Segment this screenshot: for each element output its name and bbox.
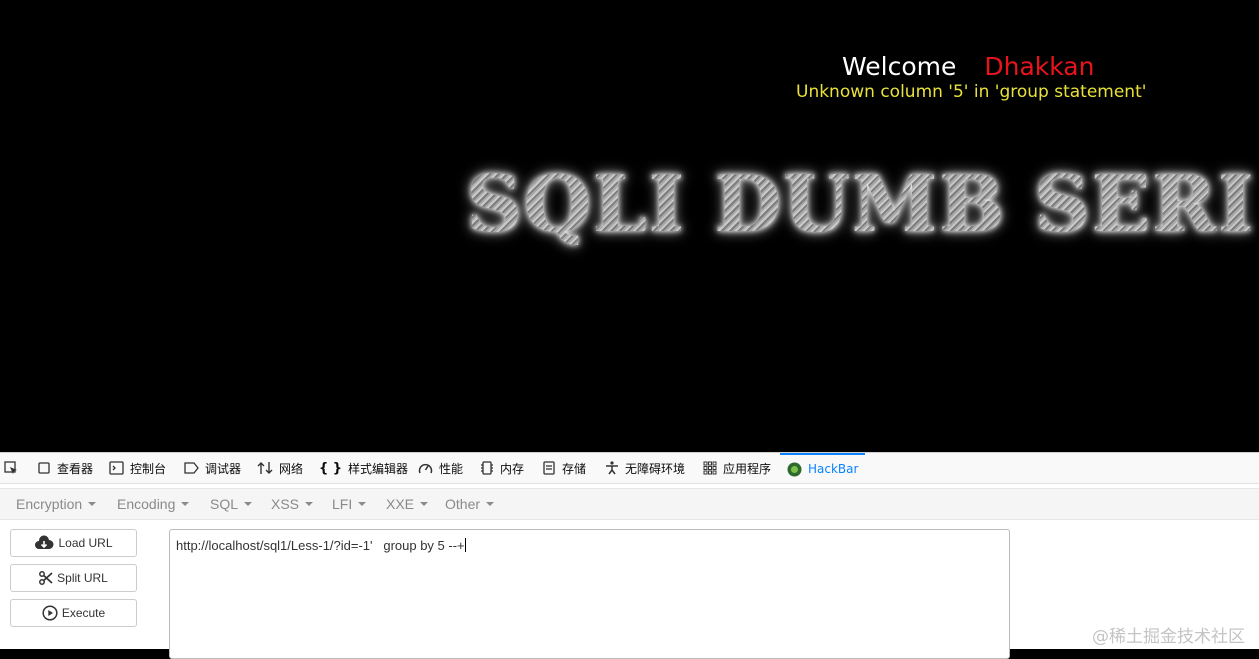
sql-error-message: Unknown column '5' in 'group statement' bbox=[796, 82, 1147, 102]
username: Dhakkan bbox=[984, 52, 1095, 81]
menu-lfi[interactable]: LFI bbox=[332, 489, 367, 519]
load-url-button[interactable]: Load URL bbox=[10, 529, 137, 557]
tab-label: 网络 bbox=[279, 461, 304, 476]
tab-label: 查看器 bbox=[57, 461, 94, 476]
tab-label: 样式编辑器 bbox=[348, 461, 409, 476]
hackbar-menu-bar: Encryption Encoding SQL XSS LFI XXE Othe… bbox=[0, 488, 1259, 520]
style-editor-icon: { } bbox=[319, 460, 343, 476]
menu-encryption[interactable]: Encryption bbox=[16, 489, 97, 519]
url-textarea[interactable]: http://localhost/sql1/Less-1/?id=-1' gro… bbox=[169, 529, 1010, 659]
sqli-banner: SQLI DUMB SERI bbox=[466, 159, 1255, 250]
inspector-icon bbox=[38, 462, 50, 474]
tab-label: 控制台 bbox=[130, 461, 167, 476]
welcome-label: Welcome bbox=[842, 52, 957, 81]
tab-storage[interactable]: 存储 bbox=[542, 453, 586, 483]
url-value: http://localhost/sql1/Less-1/?id=-1' gro… bbox=[176, 538, 466, 553]
accessibility-icon bbox=[606, 461, 618, 475]
url-text: http://localhost/sql1/Less-1/?id=-1' gro… bbox=[176, 538, 465, 553]
storage-icon bbox=[543, 461, 555, 475]
tab-label: 存储 bbox=[562, 461, 587, 476]
menu-label: LFI bbox=[332, 496, 353, 512]
execute-button[interactable]: Execute bbox=[10, 599, 137, 627]
tab-debugger[interactable]: 调试器 bbox=[184, 453, 241, 483]
tab-label: 调试器 bbox=[205, 461, 242, 476]
debugger-icon bbox=[184, 462, 199, 474]
tab-label: HackBar bbox=[808, 462, 859, 476]
memory-icon bbox=[481, 461, 493, 475]
menu-xss[interactable]: XSS bbox=[271, 489, 314, 519]
tab-label: 内存 bbox=[500, 461, 525, 476]
menu-label: XXE bbox=[386, 496, 415, 512]
tab-network[interactable]: 网络 bbox=[257, 453, 303, 483]
devtools-panel: 查看器 控制台 调试器 网络 { } 样式编辑器 性能 内存 存储 无障碍环境 … bbox=[0, 452, 1259, 659]
tab-memory[interactable]: 内存 bbox=[480, 453, 524, 483]
caret-down-icon bbox=[305, 502, 314, 506]
execute-label: Execute bbox=[61, 606, 106, 620]
tab-label: 应用程序 bbox=[723, 461, 772, 476]
tab-label: 性能 bbox=[439, 461, 464, 476]
menu-other[interactable]: Other bbox=[445, 489, 495, 519]
caret-down-icon bbox=[486, 502, 495, 506]
caret-down-icon bbox=[88, 502, 97, 506]
tab-hackbar[interactable]: HackBar bbox=[780, 453, 866, 483]
tab-style-editor[interactable]: { } 样式编辑器 bbox=[319, 453, 408, 483]
menu-sql[interactable]: SQL bbox=[210, 489, 253, 519]
menu-xxe[interactable]: XXE bbox=[386, 489, 429, 519]
caret-down-icon bbox=[244, 502, 253, 506]
tab-application[interactable]: 应用程序 bbox=[703, 453, 771, 483]
watermark: @稀土掘金技术社区 bbox=[1092, 627, 1245, 647]
console-icon bbox=[109, 461, 124, 475]
split-url-label: Split URL bbox=[57, 571, 108, 585]
cloud-download-icon bbox=[35, 535, 54, 549]
tab-inspector[interactable]: 查看器 bbox=[37, 453, 93, 483]
scissors-icon bbox=[39, 571, 53, 585]
menu-label: SQL bbox=[210, 496, 239, 512]
load-url-label: Load URL bbox=[58, 536, 113, 550]
menu-encoding[interactable]: Encoding bbox=[117, 489, 190, 519]
element-picker-icon bbox=[4, 461, 17, 474]
application-icon bbox=[703, 461, 717, 475]
menu-label: Encoding bbox=[117, 496, 176, 512]
welcome-line: Welcome Dhakkan bbox=[842, 52, 1094, 82]
text-cursor bbox=[464, 538, 466, 552]
menu-label: Other bbox=[445, 496, 481, 512]
menu-label: XSS bbox=[271, 496, 300, 512]
caret-down-icon bbox=[420, 502, 429, 506]
tab-accessibility[interactable]: 无障碍环境 bbox=[605, 453, 685, 483]
menu-label: Encryption bbox=[16, 496, 83, 512]
tab-label: 无障碍环境 bbox=[625, 461, 686, 476]
caret-down-icon bbox=[181, 502, 190, 506]
caret-down-icon bbox=[358, 502, 367, 506]
network-icon bbox=[257, 462, 273, 474]
devtools-tab-bar: 查看器 控制台 调试器 网络 { } 样式编辑器 性能 内存 存储 无障碍环境 … bbox=[0, 452, 1259, 484]
tab-console[interactable]: 控制台 bbox=[109, 453, 166, 483]
play-icon bbox=[42, 605, 58, 621]
split-url-button[interactable]: Split URL bbox=[10, 564, 137, 592]
tab-performance[interactable]: 性能 bbox=[418, 453, 463, 483]
performance-icon bbox=[418, 463, 433, 474]
hackbar-icon bbox=[787, 462, 802, 476]
web-page: Welcome Dhakkan Unknown column '5' in 'gr… bbox=[0, 0, 1259, 452]
element-picker-button[interactable] bbox=[4, 453, 18, 483]
